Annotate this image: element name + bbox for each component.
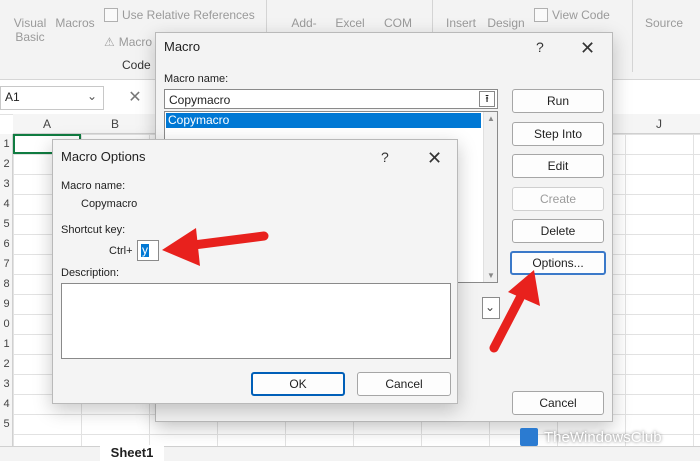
watermark-logo-icon <box>520 428 538 446</box>
annotation-arrows <box>162 228 540 353</box>
watermark-text: TheWindowsClub <box>544 428 662 446</box>
arrow-to-options-icon <box>489 270 540 353</box>
arrow-to-shortcut-icon <box>162 228 269 266</box>
watermark: TheWindowsClub <box>520 428 662 446</box>
